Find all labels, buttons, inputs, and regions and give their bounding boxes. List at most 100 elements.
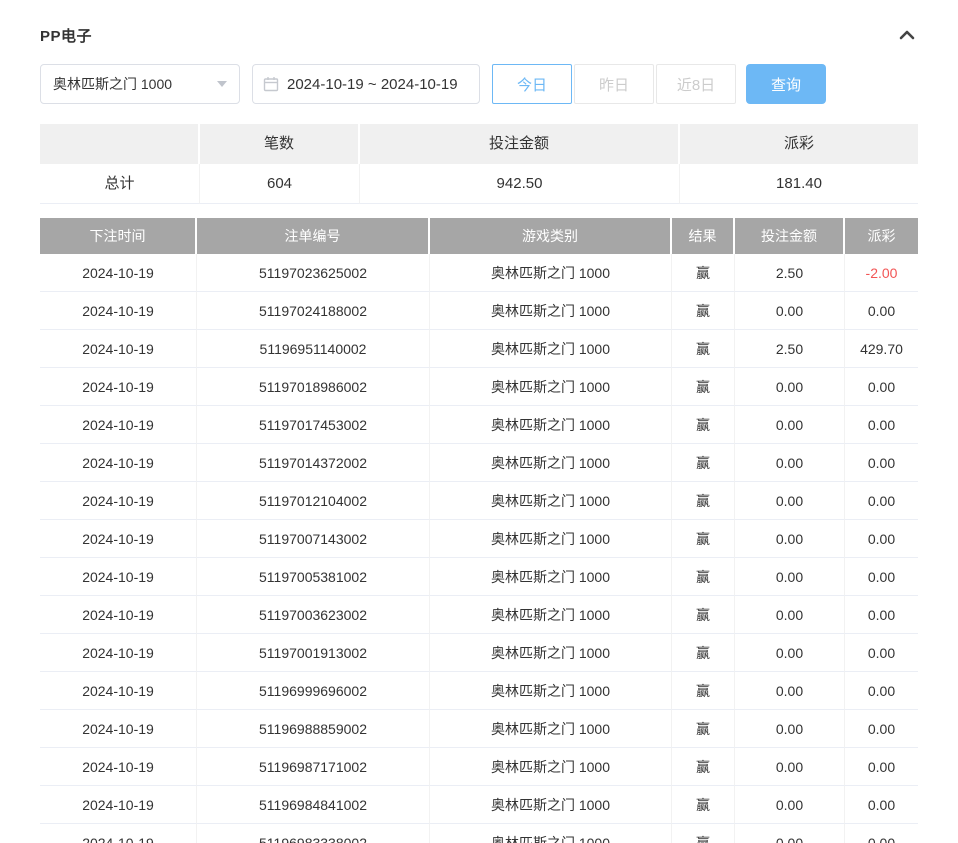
bet-amount-cell: 0.00 [735,292,845,330]
bet-time-cell: 2024-10-19 [40,748,197,786]
table-row: 2024-10-19 51197014372002 奥林匹斯之门 1000 赢 … [40,444,918,482]
bet-number-cell: 51197018986002 [197,368,430,406]
bet-time-cell: 2024-10-19 [40,444,197,482]
result-cell: 赢 [672,558,735,596]
table-row: 2024-10-19 51197001913002 奥林匹斯之门 1000 赢 … [40,634,918,672]
bet-table-header: 下注时间 注单编号 游戏类别 结果 投注金额 派彩 [40,218,918,254]
game-category-cell: 奥林匹斯之门 1000 [430,254,672,292]
bet-amount-cell: 2.50 [735,254,845,292]
payout-cell: 0.00 [845,634,918,672]
bet-time-cell: 2024-10-19 [40,710,197,748]
summary-total-bet-amount: 942.50 [360,164,680,204]
payout-cell: 0.00 [845,292,918,330]
table-row: 2024-10-19 51196984841002 奥林匹斯之门 1000 赢 … [40,786,918,824]
bet-time-cell: 2024-10-19 [40,330,197,368]
game-select-value: 奥林匹斯之门 1000 [53,74,172,94]
date-range-picker[interactable]: 2024-10-19 ~ 2024-10-19 [252,64,480,104]
bet-time-cell: 2024-10-19 [40,672,197,710]
table-row: 2024-10-19 51197024188002 奥林匹斯之门 1000 赢 … [40,292,918,330]
column-header-result: 结果 [672,218,735,254]
column-header-payout: 派彩 [845,218,918,254]
result-cell: 赢 [672,824,735,843]
payout-cell: 0.00 [845,672,918,710]
result-cell: 赢 [672,786,735,824]
collapse-chevron-up-icon[interactable] [896,24,918,46]
payout-cell: 0.00 [845,786,918,824]
panel-header: PP电子 [40,20,918,50]
table-row: 2024-10-19 51197005381002 奥林匹斯之门 1000 赢 … [40,558,918,596]
payout-cell: 0.00 [845,558,918,596]
bet-amount-cell: 2.50 [735,330,845,368]
date-range-value: 2024-10-19 ~ 2024-10-19 [287,76,458,93]
bet-time-cell: 2024-10-19 [40,558,197,596]
game-category-cell: 奥林匹斯之门 1000 [430,330,672,368]
summary-total-payout: 181.40 [680,164,918,204]
bet-amount-cell: 0.00 [735,444,845,482]
summary-table: 笔数 投注金额 派彩 总计 604 942.50 181.40 [40,124,918,204]
quick-button-last-8-days[interactable]: 近8日 [656,64,736,104]
bet-time-cell: 2024-10-19 [40,596,197,634]
bet-number-cell: 51197024188002 [197,292,430,330]
bet-number-cell: 51197001913002 [197,634,430,672]
quick-button-today[interactable]: 今日 [492,64,572,104]
table-row: 2024-10-19 51196988859002 奥林匹斯之门 1000 赢 … [40,710,918,748]
filter-bar: 奥林匹斯之门 1000 2024-10-19 ~ 2024-10-19 今日 昨… [40,64,918,104]
bet-time-cell: 2024-10-19 [40,406,197,444]
bet-amount-cell: 0.00 [735,596,845,634]
summary-header-row: 笔数 投注金额 派彩 [40,124,918,164]
table-row: 2024-10-19 51197018986002 奥林匹斯之门 1000 赢 … [40,368,918,406]
summary-header-empty [40,124,200,164]
result-cell: 赢 [672,596,735,634]
result-cell: 赢 [672,748,735,786]
bet-number-cell: 51196999696002 [197,672,430,710]
result-cell: 赢 [672,254,735,292]
game-category-cell: 奥林匹斯之门 1000 [430,710,672,748]
payout-cell: 0.00 [845,748,918,786]
bet-amount-cell: 0.00 [735,634,845,672]
bet-time-cell: 2024-10-19 [40,368,197,406]
bet-number-cell: 51197023625002 [197,254,430,292]
result-cell: 赢 [672,520,735,558]
summary-header-bet-amount: 投注金额 [360,124,680,164]
game-category-cell: 奥林匹斯之门 1000 [430,520,672,558]
game-category-cell: 奥林匹斯之门 1000 [430,748,672,786]
bet-number-cell: 51197017453002 [197,406,430,444]
bet-amount-cell: 0.00 [735,748,845,786]
bet-number-cell: 51196951140002 [197,330,430,368]
result-cell: 赢 [672,482,735,520]
bet-amount-cell: 0.00 [735,672,845,710]
table-row: 2024-10-19 51196951140002 奥林匹斯之门 1000 赢 … [40,330,918,368]
payout-cell: 0.00 [845,596,918,634]
column-header-bet-amount: 投注金额 [735,218,845,254]
bet-number-cell: 51197014372002 [197,444,430,482]
game-category-cell: 奥林匹斯之门 1000 [430,634,672,672]
page-title: PP电子 [40,25,92,46]
column-header-game-category: 游戏类别 [430,218,672,254]
payout-cell: -2.00 [845,254,918,292]
game-category-cell: 奥林匹斯之门 1000 [430,406,672,444]
payout-cell: 0.00 [845,444,918,482]
bet-amount-cell: 0.00 [735,406,845,444]
result-cell: 赢 [672,330,735,368]
bet-time-cell: 2024-10-19 [40,786,197,824]
payout-cell: 0.00 [845,406,918,444]
quick-button-yesterday[interactable]: 昨日 [574,64,654,104]
table-row: 2024-10-19 51197007143002 奥林匹斯之门 1000 赢 … [40,520,918,558]
result-cell: 赢 [672,710,735,748]
bet-amount-cell: 0.00 [735,520,845,558]
bet-time-cell: 2024-10-19 [40,254,197,292]
table-row: 2024-10-19 51197023625002 奥林匹斯之门 1000 赢 … [40,254,918,292]
bet-table-body: 2024-10-19 51197023625002 奥林匹斯之门 1000 赢 … [40,254,918,843]
summary-total-label: 总计 [40,164,200,204]
bet-amount-cell: 0.00 [735,368,845,406]
bet-time-cell: 2024-10-19 [40,520,197,558]
summary-header-count: 笔数 [200,124,360,164]
game-select[interactable]: 奥林匹斯之门 1000 [40,64,240,104]
quick-date-button-group: 今日 昨日 近8日 [492,64,736,104]
bet-number-cell: 51196987171002 [197,748,430,786]
payout-cell: 0.00 [845,824,918,843]
query-button[interactable]: 查询 [746,64,826,104]
table-row: 2024-10-19 51196987171002 奥林匹斯之门 1000 赢 … [40,748,918,786]
bet-number-cell: 51197005381002 [197,558,430,596]
bet-table: 下注时间 注单编号 游戏类别 结果 投注金额 派彩 2024-10-19 511… [40,218,918,843]
